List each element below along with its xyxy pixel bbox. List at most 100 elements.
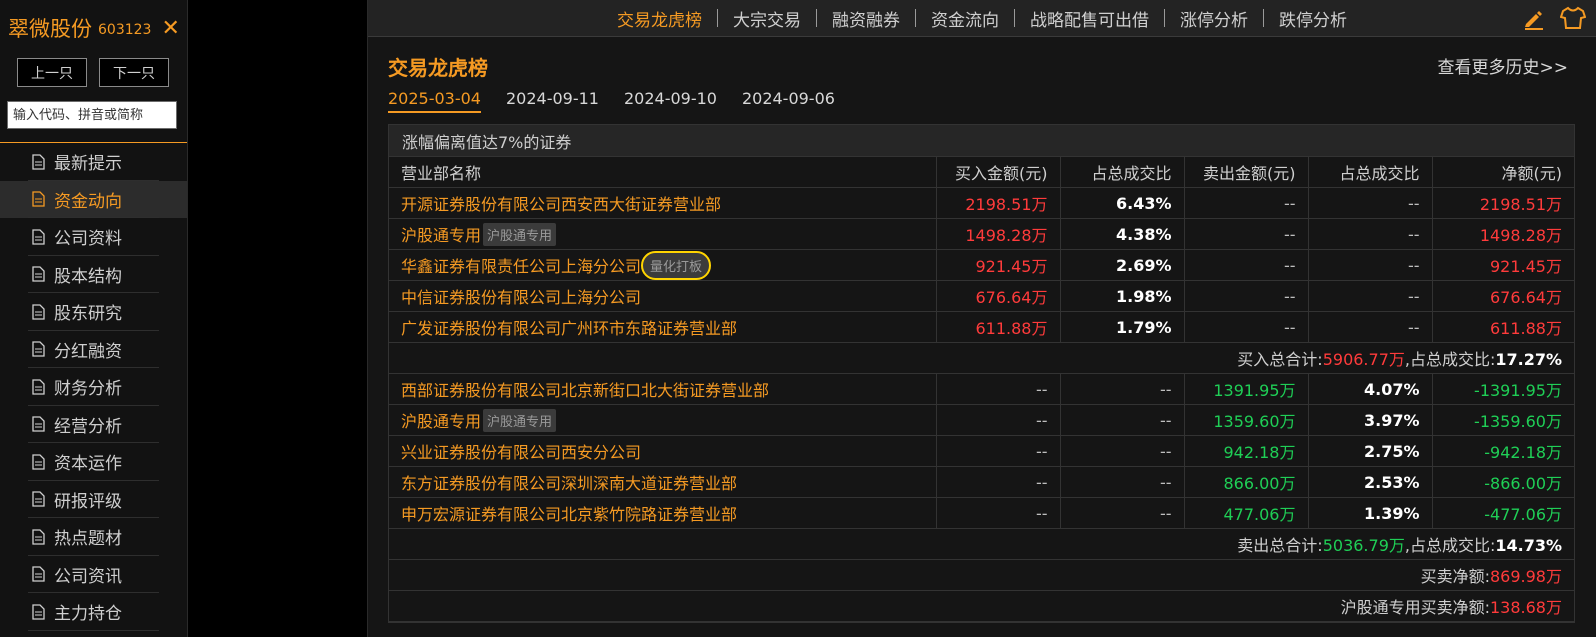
branch-name[interactable]: 东方证券股份有限公司深圳深南大道证券营业部 [401,474,737,493]
sidebar-item[interactable]: 资金动向 [0,180,187,218]
net-amount-cell: 1498.28万 [1432,218,1574,250]
date-tab[interactable]: 2025-03-04 [388,89,481,113]
top-tab[interactable]: 交易龙虎榜 [602,6,717,31]
document-icon [32,416,45,432]
buy-amount-cell: -- [936,404,1061,436]
net-amount-cell: -866.00万 [1432,466,1574,498]
sidebar-item-label: 公司资料 [54,229,122,250]
buy-total-row-cell: 买入总合计:5906.77万,占总成交比:17.27% [389,342,1574,374]
buy-amount-cell: 1498.28万 [936,218,1061,250]
net-amount-cell: -1359.60万 [1432,404,1574,436]
top-tab[interactable]: 融资融券 [817,6,915,31]
top-tab[interactable]: 资金流向 [916,6,1014,31]
net-amount-cell: -942.18万 [1432,435,1574,467]
top-tab[interactable]: 大宗交易 [718,6,816,31]
branch-name[interactable]: 沪股通专用 [401,226,481,245]
date-tab[interactable]: 2024-09-10 [624,89,717,113]
top-tab[interactable]: 涨停分析 [1165,6,1263,31]
buy-pct-cell: -- [1060,466,1185,498]
branch-name[interactable]: 华鑫证券有限责任公司上海分公司 [401,257,641,276]
edit-icon[interactable] [1522,6,1546,30]
buy-pct-cell: 6.43% [1060,187,1185,219]
branch-name[interactable]: 西部证券股份有限公司北京新街口北大街证券营业部 [401,381,769,400]
sidebar-item-label: 经营分析 [54,416,122,437]
table-row: 中信证券股份有限公司上海分公司 676.64万 1.98% -- -- 676.64万 [389,280,1574,312]
buy-amount-cell: -- [936,373,1061,405]
net-amount-cell: 676.64万 [1432,280,1574,312]
branch-name[interactable]: 沪股通专用 [401,412,481,431]
skin-shirt-icon[interactable] [1559,6,1587,30]
sidebar-item[interactable]: 分红融资 [0,331,187,369]
summary-text: 14.73% [1495,536,1562,555]
sidebar-item[interactable]: 热点题材 [0,518,187,556]
buy-amount-cell: -- [936,435,1061,467]
table-row: 沪股通专用 沪股通专用 1498.28万 4.38% -- -- 1498.28万 [389,218,1574,250]
document-icon [32,229,45,245]
buy-pct-cell: 1.98% [1060,280,1185,312]
sidebar-item[interactable]: 公司资料 [0,218,187,256]
branch-cell: 申万宏源证券有限公司北京紫竹院路证券营业部 [389,497,937,529]
sidebar-item[interactable]: 资本运作 [0,443,187,481]
date-tab[interactable]: 2024-09-11 [506,89,599,113]
buy-pct-cell: -- [1060,497,1185,529]
date-tab[interactable]: 2024-09-06 [742,89,835,113]
next-stock-button[interactable]: 下一只 [99,58,169,87]
more-history-link[interactable]: 查看更多历史>> [1438,53,1569,78]
table-row: 东方证券股份有限公司深圳深南大道证券营业部 -- -- 866.00万 2.53% -86… [389,466,1574,498]
sell-pct-cell: 2.53% [1308,466,1433,498]
col-header-buy: 买入金额(元) [936,157,1061,188]
branch-name[interactable]: 开源证券股份有限公司西安西大街证券营业部 [401,195,721,214]
sidebar-item-label: 最新提示 [54,154,122,175]
empty-panel [188,0,368,637]
document-icon [32,191,45,207]
sidebar-item[interactable]: 公司资讯 [0,556,187,594]
document-icon [32,454,45,470]
col-header-branch: 营业部名称 [389,157,937,188]
document-icon [32,529,45,545]
branch-name[interactable]: 广发证券股份有限公司广州环市东路证券营业部 [401,319,737,338]
sell-pct-cell: 4.07% [1308,373,1433,405]
close-icon[interactable]: ✕ [161,16,179,41]
sidebar-item[interactable]: 股本结构 [0,256,187,294]
top-tab[interactable]: 跌停分析 [1264,6,1362,31]
document-icon [32,266,45,282]
buy-amount-cell: 2198.51万 [936,187,1061,219]
sidebar-menu: 最新提示资金动向公司资料股本结构股东研究分红融资 财务分析经营分析资本运作 研报评级… [0,143,187,631]
summary-text: 5036.79万 [1322,536,1405,555]
sidebar-item[interactable]: 最新提示 [0,143,187,181]
sidebar-item-label: 股东研究 [54,304,122,325]
buy-amount-cell: 921.45万 [936,249,1061,281]
sell-amount-cell: -- [1184,218,1309,250]
table-body: 开源证券股份有限公司西安西大街证券营业部 2198.51万 6.43% -- -- 219… [389,187,1574,622]
top-tab[interactable]: 战略配售可出借 [1015,6,1164,31]
branch-tag: 沪股通专用 [483,223,557,246]
buy-pct-cell: 4.38% [1060,218,1185,250]
net-amount-cell: -477.06万 [1432,497,1574,529]
branch-tag: 沪股通专用 [483,409,557,432]
sidebar-item[interactable]: 股东研究 [0,293,187,331]
branch-cell: 沪股通专用 沪股通专用 [389,404,937,436]
branch-name[interactable]: 兴业证券股份有限公司西安分公司 [401,443,641,462]
sidebar-item[interactable]: 财务分析 [0,368,187,406]
sell-total-row-cell: 卖出总合计:5036.79万,占总成交比:14.73% [389,528,1574,560]
sell-amount-cell: 1359.60万 [1184,404,1309,436]
branch-name[interactable]: 申万宏源证券有限公司北京紫竹院路证券营业部 [401,505,737,524]
net-amount-cell: 611.88万 [1432,311,1574,343]
search-input[interactable] [7,101,177,129]
sell-pct-cell: 1.39% [1308,497,1433,529]
branch-cell: 广发证券股份有限公司广州环市东路证券营业部 [389,311,937,343]
main-panel: 交易龙虎榜 大宗交易 融资融券 资金流向 战略配售可出借 涨停分析 跌停分析 交易龙虎榜 查… [368,0,1596,637]
dragon-tiger-table: 涨幅偏离值达7%的证券 营业部名称 买入金额(元) 占总成交比 卖出金额(元) … [388,124,1575,623]
sidebar: 翠微股份 603123 ✕ 上一只 下一只 最新提示资金动向公司资料股本结构股东… [0,0,188,637]
branch-cell: 西部证券股份有限公司北京新街口北大街证券营业部 [389,373,937,405]
branch-name[interactable]: 中信证券股份有限公司上海分公司 [401,288,641,307]
sell-pct-cell: -- [1308,187,1433,219]
summary-text: 卖出总合计: [1237,536,1323,555]
sidebar-item[interactable]: 研报评级 [0,481,187,519]
sidebar-item[interactable]: 主力持仓 [0,593,187,631]
branch-cell: 东方证券股份有限公司深圳深南大道证券营业部 [389,466,937,498]
buy-pct-cell: -- [1060,435,1185,467]
sidebar-item-label: 股本结构 [54,266,122,287]
sidebar-item[interactable]: 经营分析 [0,406,187,444]
prev-stock-button[interactable]: 上一只 [17,58,87,87]
